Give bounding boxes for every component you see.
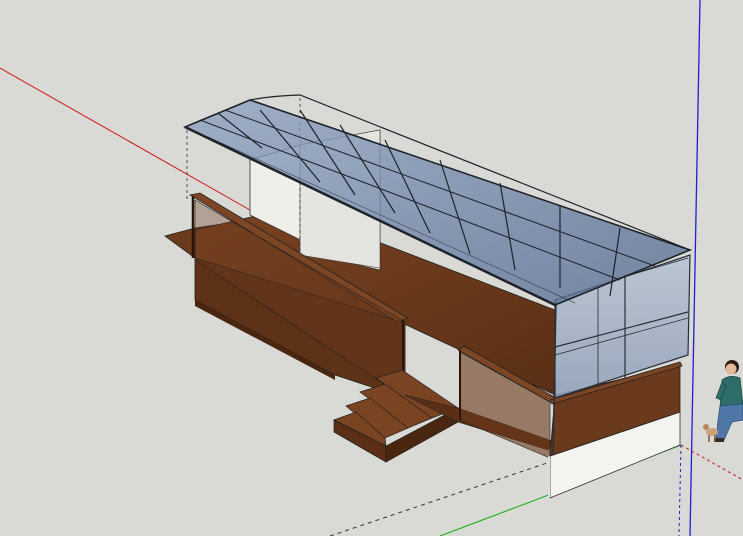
dashed-blue-axis-line bbox=[678, 444, 682, 536]
dashed-axis-line bbox=[329, 461, 551, 536]
scale-figure bbox=[714, 360, 743, 442]
modeling-viewport[interactable] bbox=[0, 0, 743, 536]
white-base-side bbox=[548, 456, 550, 498]
blue-axis-line bbox=[689, 0, 701, 536]
dog-figure bbox=[703, 424, 718, 442]
scene-canvas[interactable] bbox=[0, 0, 743, 536]
dashed-red-axis-line bbox=[680, 444, 743, 481]
staircase[interactable] bbox=[333, 369, 459, 463]
